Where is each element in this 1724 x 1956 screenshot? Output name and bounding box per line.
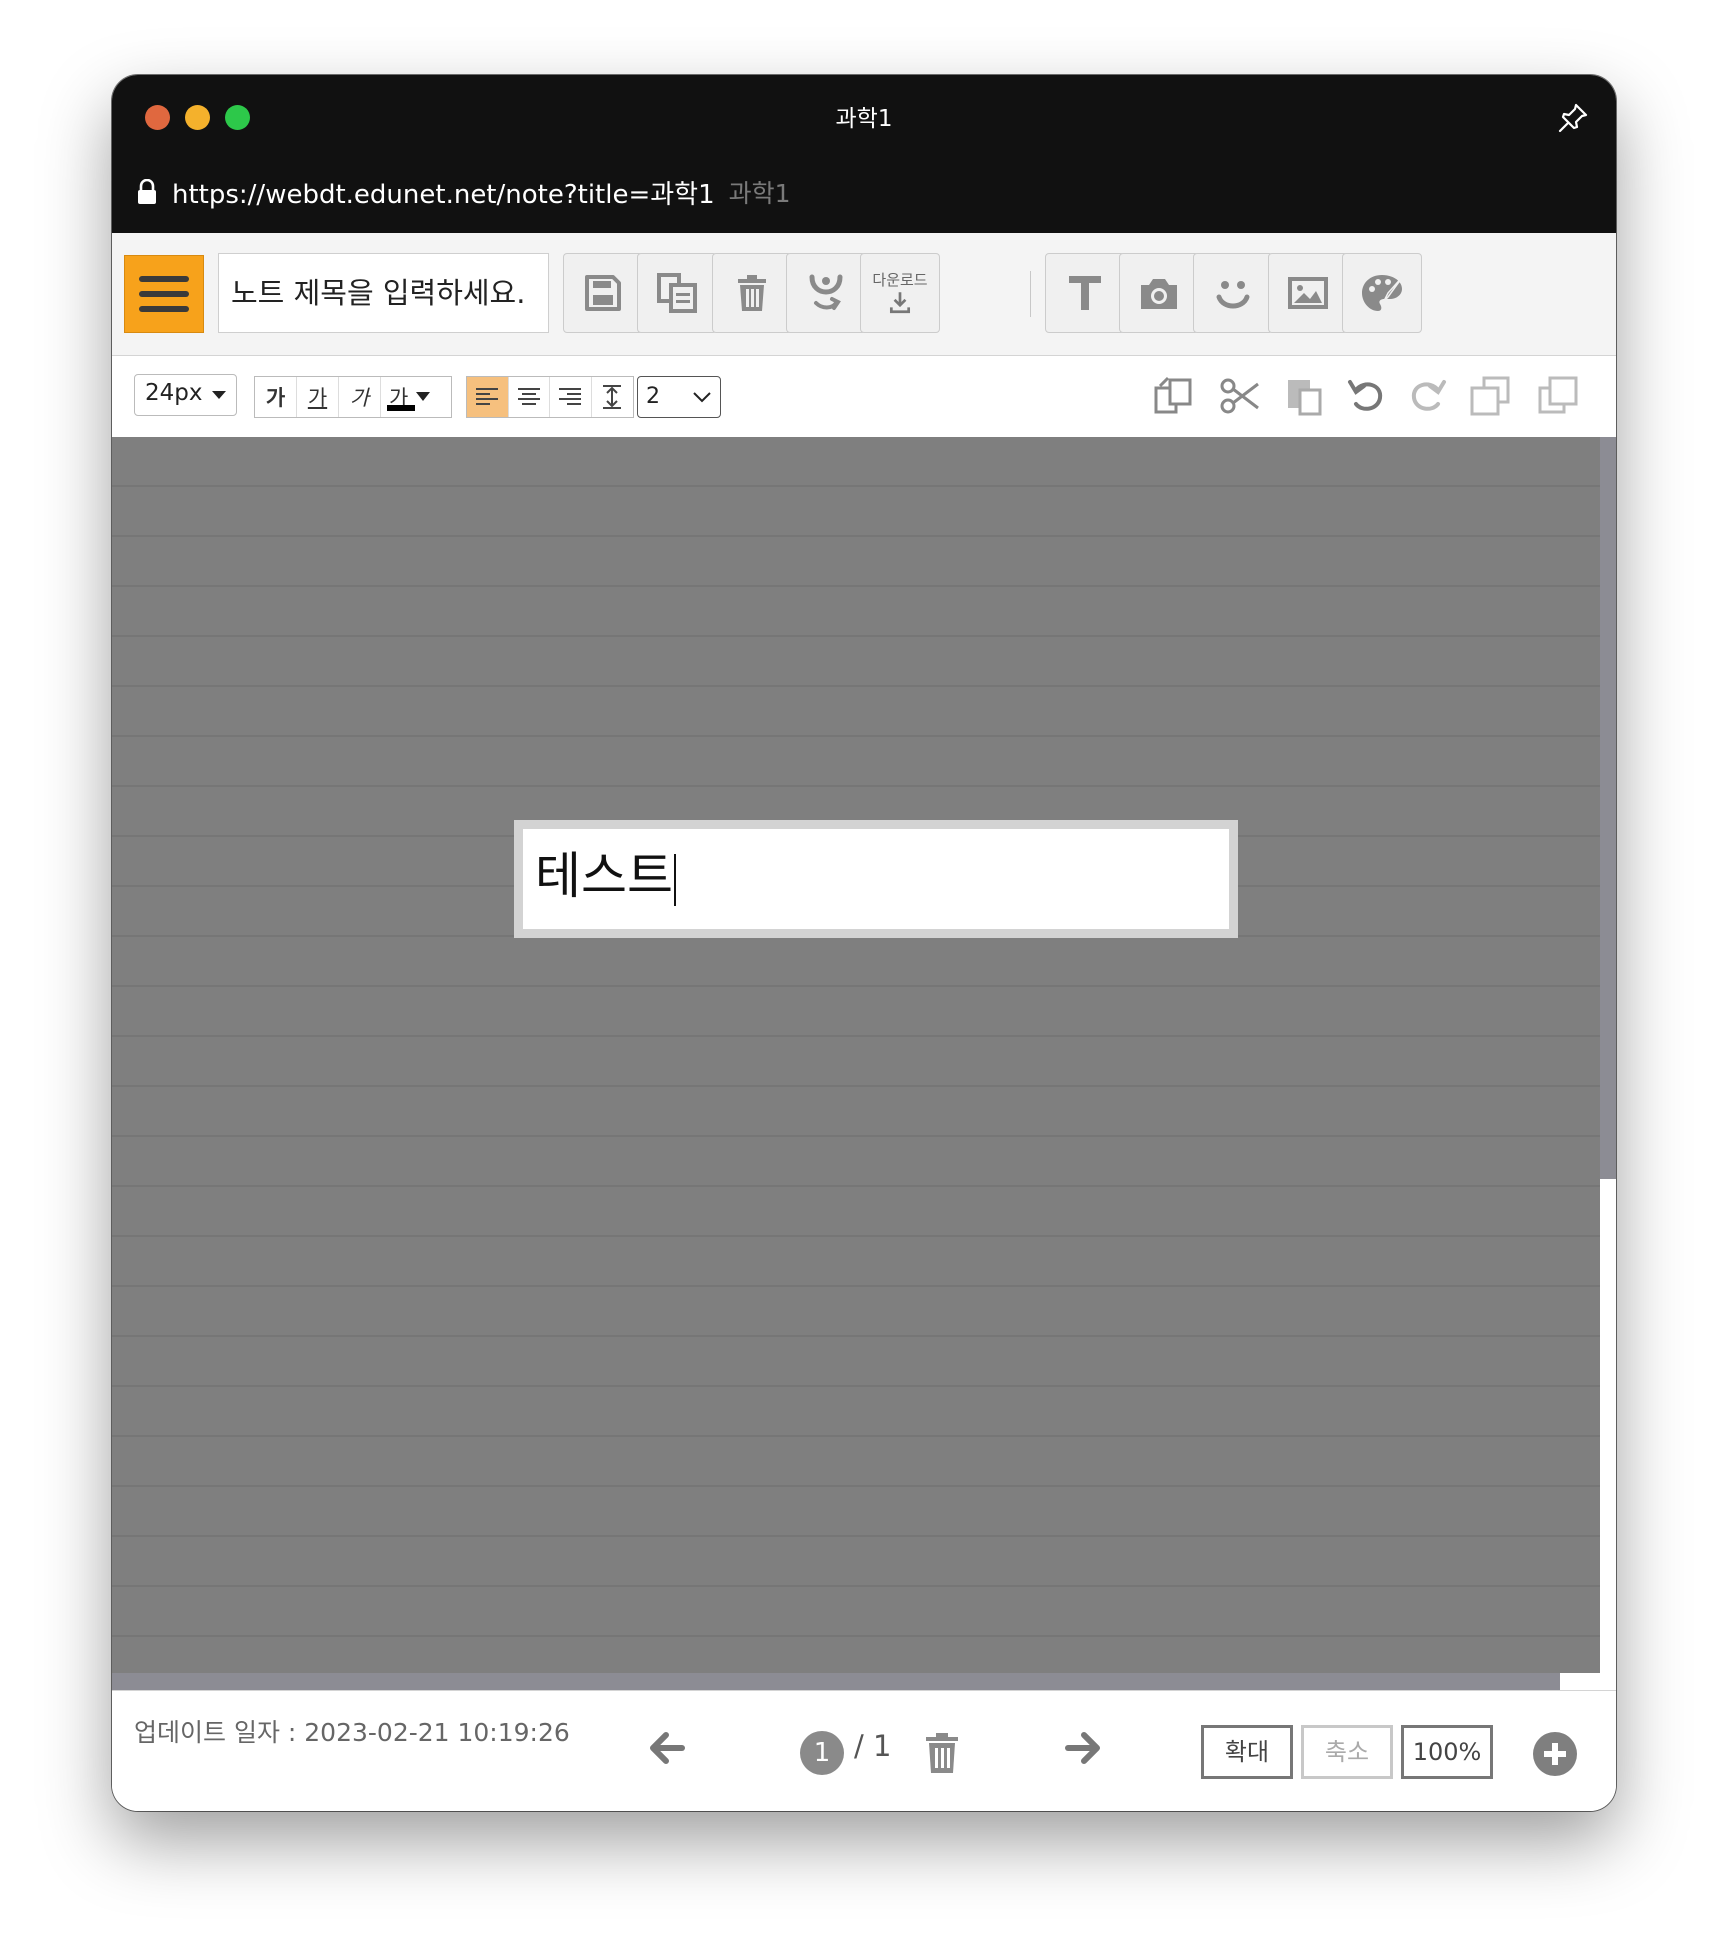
url-text[interactable]: https://webdt.edunet.net/note?title=과학1 (172, 174, 715, 211)
address-bar: https://webdt.edunet.net/note?title=과학1 … (136, 172, 791, 212)
download-button[interactable]: 다운로드 (860, 253, 940, 333)
alignment-group (466, 376, 634, 418)
line-spacing-select[interactable]: 2 (637, 376, 721, 418)
camera-button[interactable] (1119, 253, 1199, 333)
caret-down-icon (416, 392, 431, 401)
save-icon (585, 275, 621, 311)
text-cursor (674, 853, 676, 906)
text-icon (1069, 276, 1101, 310)
image-icon (1288, 277, 1328, 309)
share-button[interactable] (786, 253, 866, 333)
text-style-group: 가 가 가 가 (254, 376, 452, 418)
font-size-value: 24px (145, 380, 203, 406)
lock-icon (138, 179, 156, 204)
horizontal-scrollbar[interactable] (112, 1673, 1600, 1690)
align-center-button[interactable] (509, 377, 550, 417)
cut-icon[interactable] (1218, 374, 1262, 418)
palette-button[interactable] (1342, 253, 1422, 333)
align-left-icon (476, 388, 499, 405)
send-backward-icon[interactable] (1536, 374, 1580, 418)
sticker-icon (1216, 281, 1250, 309)
footer-bar: 업데이트 일자 : 2023-02-21 10:19:26 1 / 1 확대 축… (112, 1690, 1616, 1811)
toolbar-separator (1030, 271, 1031, 317)
canvas-text-box[interactable]: 테스트 (514, 820, 1238, 938)
copy-note-button[interactable] (637, 253, 717, 333)
palette-icon (1362, 274, 1405, 311)
menu-icon (139, 276, 189, 312)
redo-icon[interactable] (1406, 374, 1450, 418)
format-toolbar: 24px 가 가 가 가 2 (112, 356, 1616, 438)
camera-icon (1141, 279, 1177, 309)
update-date: 업데이트 일자 : 2023-02-21 10:19:26 (134, 1718, 570, 1747)
undo-icon[interactable] (1344, 374, 1388, 418)
save-button[interactable] (563, 253, 643, 333)
underline-button[interactable]: 가 (297, 377, 339, 417)
vertical-scrollbar[interactable] (1600, 437, 1616, 1690)
align-right-button[interactable] (550, 377, 592, 417)
italic-button[interactable]: 가 (339, 377, 381, 417)
current-page: 1 (800, 1731, 844, 1775)
download-icon (889, 292, 911, 314)
line-spacing-value: 2 (646, 384, 660, 409)
add-page-icon[interactable] (1532, 1731, 1578, 1777)
text-box-content[interactable]: 테스트 (535, 847, 676, 906)
text-color-button[interactable]: 가 (381, 377, 451, 417)
text-box-text: 테스트 (535, 847, 673, 905)
download-label: 다운로드 (872, 271, 928, 289)
pin-icon[interactable] (1556, 101, 1590, 135)
line-spacing-icon (603, 385, 622, 409)
vertical-scrollbar-thumb[interactable] (1600, 437, 1616, 1179)
align-left-button[interactable] (467, 377, 509, 417)
total-pages: / 1 (854, 1729, 892, 1763)
bring-forward-icon[interactable] (1468, 374, 1512, 418)
caret-down-icon (212, 391, 226, 399)
main-toolbar: 다운로드 (112, 233, 1616, 356)
window-title: 과학1 (835, 106, 893, 132)
chevron-down-icon (693, 392, 711, 403)
copy-note-icon (657, 273, 697, 313)
arrow-left-icon[interactable] (646, 1727, 688, 1769)
arrow-right-icon[interactable] (1062, 1727, 1104, 1769)
note-title-input[interactable] (218, 253, 549, 333)
delete-page-icon[interactable] (922, 1731, 962, 1775)
add-text-button[interactable] (1045, 253, 1125, 333)
delete-note-button[interactable] (712, 253, 792, 333)
text-color-swatch (387, 405, 415, 411)
menu-button[interactable] (124, 255, 204, 333)
zoom-level[interactable]: 100% (1401, 1725, 1493, 1779)
app-window: 과학1 https://webdt.edunet.net/note?title=… (112, 75, 1616, 1811)
bold-button[interactable]: 가 (255, 377, 297, 417)
zoom-out-button[interactable]: 축소 (1301, 1725, 1393, 1779)
duplicate-icon[interactable] (1152, 374, 1196, 418)
share-icon (809, 274, 843, 310)
note-canvas[interactable] (112, 437, 1600, 1690)
zoom-in-button[interactable]: 확대 (1201, 1725, 1293, 1779)
paste-icon[interactable] (1282, 374, 1326, 418)
url-page-title: 과학1 (728, 179, 791, 208)
align-center-icon (517, 388, 540, 405)
image-button[interactable] (1268, 253, 1348, 333)
title-bar: 과학1 https://webdt.edunet.net/note?title=… (112, 75, 1616, 233)
trash-icon (738, 275, 766, 311)
align-right-icon (559, 388, 582, 405)
line-spacing-button[interactable] (592, 377, 633, 417)
font-size-select[interactable]: 24px (134, 374, 237, 416)
sticker-button[interactable] (1193, 253, 1273, 333)
horizontal-scrollbar-thumb[interactable] (112, 1673, 1560, 1690)
